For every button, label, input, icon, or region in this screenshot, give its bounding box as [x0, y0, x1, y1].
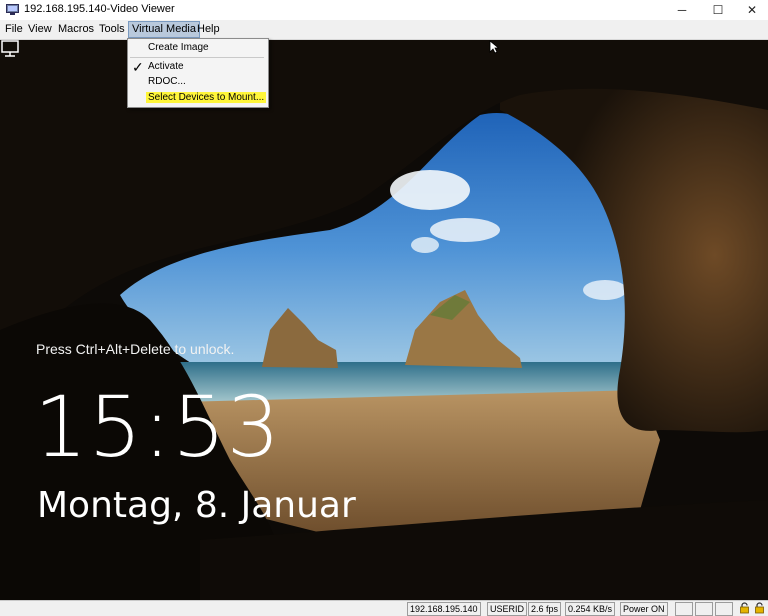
- menu-bar: File View Macros Tools Virtual Media Hel…: [0, 20, 768, 40]
- remote-screen[interactable]: Press Ctrl+Alt+Delete to unlock. 15:53 M…: [0, 40, 768, 600]
- status-power: Power ON: [620, 602, 668, 616]
- padlock-icon: [740, 602, 749, 614]
- status-fps: 2.6 fps: [528, 602, 562, 616]
- menu-item-activate[interactable]: Activate: [148, 60, 184, 74]
- title-bar: 192.168.195.140-Video Viewer ─ ☐ ✕: [0, 0, 768, 20]
- status-bar: 192.168.195.140 USERID 2.6 fps 0.254 KB/…: [0, 600, 768, 616]
- close-button[interactable]: ✕: [735, 0, 768, 20]
- menu-item-select-devices-label: Select Devices to Mount...: [146, 92, 267, 103]
- menu-help[interactable]: Help: [194, 22, 223, 37]
- menu-separator: [130, 57, 264, 58]
- lockscreen-date: Montag, 8. Januar: [37, 485, 356, 526]
- maximize-button[interactable]: ☐: [701, 0, 735, 20]
- menu-macros[interactable]: Macros: [55, 22, 97, 37]
- menu-virtual-media[interactable]: Virtual Media: [128, 21, 200, 38]
- status-rate: 0.254 KB/s: [565, 602, 616, 616]
- status-user: USERID: [487, 602, 528, 616]
- menu-item-select-devices[interactable]: Select Devices to Mount...: [146, 91, 267, 105]
- menu-item-rdoc[interactable]: RDOC...: [148, 75, 186, 89]
- minimize-button[interactable]: ─: [665, 0, 699, 20]
- menu-tools[interactable]: Tools: [96, 22, 128, 37]
- window-title: 192.168.195.140-Video Viewer: [24, 3, 175, 15]
- status-indicator: [675, 602, 693, 616]
- check-icon: ✓: [132, 59, 144, 75]
- network-monitor-icon[interactable]: [0, 40, 20, 58]
- unlock-hint: Press Ctrl+Alt+Delete to unlock.: [36, 341, 235, 357]
- status-ip: 192.168.195.140: [407, 602, 481, 616]
- menu-item-create-image[interactable]: Create Image: [148, 41, 209, 55]
- status-indicator: [695, 602, 713, 616]
- status-indicator: [715, 602, 733, 616]
- virtual-media-dropdown: Create Image ✓ Activate RDOC... Select D…: [127, 38, 269, 108]
- padlock-icon: [755, 602, 764, 614]
- cursor-icon: [489, 40, 499, 54]
- menu-view[interactable]: View: [25, 22, 55, 37]
- lockscreen-clock: 15:53: [34, 378, 282, 476]
- menu-file[interactable]: File: [2, 22, 26, 37]
- monitor-icon: [6, 4, 19, 15]
